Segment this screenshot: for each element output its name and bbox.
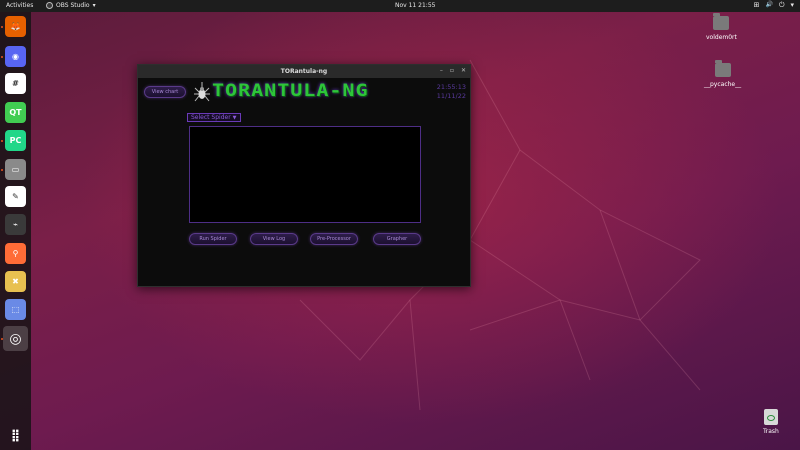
close-button[interactable]: ✕ [461, 67, 466, 74]
date-display: 11/11/22 [436, 92, 466, 100]
power-icon: ⏻ [778, 1, 785, 9]
window-titlebar[interactable]: TORantula-ng – ▫ ✕ [138, 65, 470, 78]
running-indicator [1, 338, 3, 340]
qt-creator-icon[interactable]: QT [5, 102, 26, 123]
desktop-folder-pycache[interactable]: __pycache__ [704, 60, 742, 88]
slack-glyph: # [12, 79, 19, 88]
clock[interactable]: Nov 11 21:55 [395, 2, 435, 9]
volume-icon: 🔊 [765, 1, 773, 8]
screenshot-glyph: ⬚ [11, 305, 20, 314]
activities-button[interactable]: Activities [6, 2, 33, 9]
screenshot-icon[interactable]: ⬚ [5, 299, 26, 320]
slack-icon[interactable]: # [5, 73, 26, 94]
files-glyph: ▭ [11, 165, 20, 174]
system-tray[interactable]: ⊞ 🔊 ⏻ ▾ [754, 1, 794, 10]
system-monitor-icon[interactable]: ⌁ [5, 214, 26, 235]
top-bar: Activities OBS Studio ▾ Nov 11 21:55 ⊞ 🔊… [0, 0, 800, 12]
obs-icon[interactable]: ◎ [3, 326, 28, 351]
run-spider-button[interactable]: Run Spider [189, 233, 237, 245]
minimize-button[interactable]: – [440, 67, 443, 74]
time-display: 21:55:13 [436, 83, 466, 91]
view-chart-button[interactable]: View chart [144, 86, 186, 98]
folder-label: voldem0rt [706, 34, 737, 41]
grapher-button[interactable]: Grapher [373, 233, 421, 245]
qt-creator-glyph: QT [9, 108, 22, 117]
obs-app-icon [46, 1, 53, 9]
torantula-window: TORantula-ng – ▫ ✕ View chart TORANTULA-… [137, 64, 471, 287]
folder-icon [713, 13, 730, 30]
spider-icon [194, 82, 210, 102]
spider-select-label: Select Spider [191, 114, 231, 121]
discord-icon[interactable]: ◉ [5, 46, 26, 67]
cmake-glyph: ✖ [12, 277, 19, 286]
text-editor-glyph: ✎ [12, 192, 19, 201]
datetime-display: 21:55:13 11/11/22 [437, 83, 466, 101]
window-title: TORantula-ng [280, 68, 328, 75]
trash-icon [763, 409, 778, 425]
desktop-trash[interactable]: Trash [763, 409, 779, 435]
show-applications-icon[interactable]: ⣿ [5, 424, 26, 445]
files-icon[interactable]: ▭ [5, 159, 26, 180]
view-log-button[interactable]: View Log [250, 233, 298, 245]
running-indicator [1, 26, 3, 28]
obs-glyph: ◎ [9, 330, 22, 347]
postman-icon[interactable]: ⚲ [5, 243, 26, 264]
chevron-down-icon: ▼ [232, 114, 237, 121]
dock: 🦊 ◉ # QT PC ▭ ✎ ⌁ ⚲ ✖ ⬚ ◎ ⣿ [0, 12, 31, 450]
chevron-down-icon: ▾ [92, 1, 96, 9]
app-menu-label: OBS Studio [56, 1, 90, 9]
pycharm-icon[interactable]: PC [5, 130, 26, 151]
pycharm-glyph: PC [9, 136, 22, 145]
postman-glyph: ⚲ [12, 249, 19, 258]
output-area[interactable] [189, 126, 421, 223]
maximize-button[interactable]: ▫ [450, 67, 454, 74]
cmake-icon[interactable]: ✖ [5, 271, 26, 292]
firefox-icon[interactable]: 🦊 [5, 16, 26, 37]
app-menu[interactable]: OBS Studio ▾ [46, 1, 96, 9]
running-indicator [1, 140, 3, 142]
chevron-down-icon: ▾ [790, 1, 794, 9]
spider-select[interactable]: Select Spider ▼ [187, 113, 241, 122]
folder-icon [714, 60, 731, 77]
discord-glyph: ◉ [12, 52, 19, 61]
trash-label: Trash [763, 428, 779, 435]
desktop-folder-voldem0rt[interactable]: voldem0rt [706, 13, 737, 41]
firefox-glyph: 🦊 [10, 22, 21, 31]
network-icon: ⊞ [753, 1, 760, 9]
pre-processor-button[interactable]: Pre-Processor [310, 233, 358, 245]
system-monitor-glyph: ⌁ [13, 220, 18, 229]
app-logo: TORANTULA-NG [212, 80, 369, 101]
text-editor-icon[interactable]: ✎ [5, 186, 26, 207]
folder-label: __pycache__ [704, 81, 742, 88]
running-indicator [1, 56, 3, 58]
running-indicator [1, 169, 3, 171]
